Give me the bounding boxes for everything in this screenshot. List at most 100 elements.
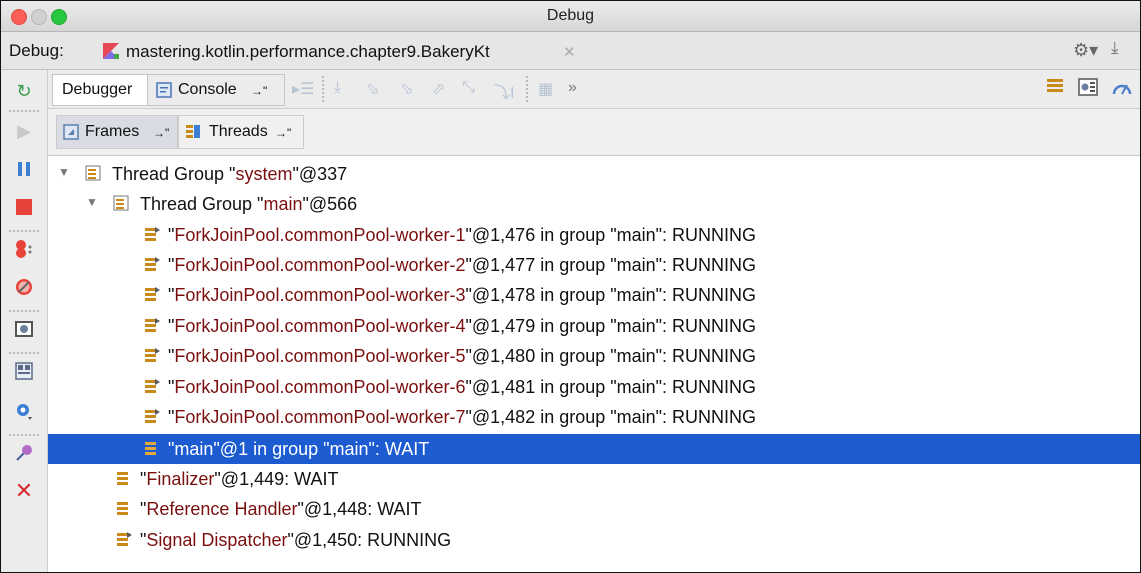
tree-row-text: "ForkJoinPool.commonPool-worker-7"@1,482… xyxy=(168,407,757,427)
thread-icon xyxy=(117,532,132,546)
debug-window: Debug Debug: mastering.kotlin.performanc… xyxy=(0,0,1141,573)
tab-frames[interactable]: Frames →" xyxy=(56,115,178,149)
rerun-icon[interactable]: ↻ xyxy=(13,80,35,102)
console-pin-icon[interactable]: →" xyxy=(251,84,267,98)
thread-icon xyxy=(145,409,160,423)
tree-row-text: "main"@1 in group "main": WAIT xyxy=(168,439,430,459)
thread-row[interactable]: "ForkJoinPool.commonPool-worker-7"@1,482… xyxy=(48,402,1140,432)
window-title: Debug xyxy=(546,7,595,24)
step-over-icon[interactable]: ⤓ xyxy=(334,79,341,97)
frames-icon xyxy=(63,124,79,140)
close-icon[interactable]: ✕ xyxy=(13,478,35,503)
console-icon xyxy=(156,82,172,98)
close-session-icon[interactable]: ✕ xyxy=(563,43,576,61)
thread-group-icon xyxy=(85,165,101,181)
thread-icon xyxy=(145,227,160,241)
tab-threads[interactable]: Threads →" xyxy=(178,115,304,149)
tree-row-text: "Signal Dispatcher"@1,450: RUNNING xyxy=(140,530,452,550)
thread-row[interactable]: "Reference Handler"@1,448: WAIT xyxy=(48,494,1140,524)
tree-row-text: "Finalizer"@1,449: WAIT xyxy=(140,469,339,489)
separator xyxy=(9,110,39,112)
thread-row[interactable]: "ForkJoinPool.commonPool-worker-6"@1,481… xyxy=(48,372,1140,402)
frames-pin-icon[interactable]: →" xyxy=(153,126,169,140)
thread-row[interactable]: "ForkJoinPool.commonPool-worker-4"@1,479… xyxy=(48,311,1140,341)
tree-row-text: "ForkJoinPool.commonPool-worker-2"@1,477… xyxy=(168,255,757,275)
frames-threads-bar: Frames →" Threads →" xyxy=(48,109,1140,156)
tree-row-text: "ForkJoinPool.commonPool-worker-3"@1,478… xyxy=(168,285,757,305)
thread-icon xyxy=(145,348,160,362)
thread-icon xyxy=(117,502,128,515)
gear-icon[interactable]: ⚙▾ xyxy=(1073,40,1098,61)
threads-icon xyxy=(186,125,200,138)
session-tab-bar: Debug: mastering.kotlin.performance.chap… xyxy=(1,32,1140,70)
show-execution-point-icon[interactable]: ▸☰ xyxy=(292,79,314,99)
tree-row-text: "ForkJoinPool.commonPool-worker-5"@1,480… xyxy=(168,346,757,366)
hide-panel-icon[interactable]: ⤓ xyxy=(1111,38,1119,58)
collapse-arrow-icon[interactable]: ▼ xyxy=(58,165,70,179)
tree-row-text: "Reference Handler"@1,448: WAIT xyxy=(140,499,422,519)
thread-row[interactable]: "ForkJoinPool.commonPool-worker-2"@1,477… xyxy=(48,250,1140,280)
tree-row-text: "ForkJoinPool.commonPool-worker-1"@1,476… xyxy=(168,225,757,245)
tree-row-text: "ForkJoinPool.commonPool-worker-6"@1,481… xyxy=(168,377,757,397)
thread-icon xyxy=(145,318,160,332)
tab-debugger-label: Debugger xyxy=(62,81,133,98)
separator xyxy=(9,230,39,232)
tab-threads-label: Threads xyxy=(209,123,268,140)
force-step-into-icon[interactable]: ⬂ xyxy=(400,79,413,99)
pause-icon[interactable] xyxy=(13,158,35,180)
collapse-arrow-icon[interactable]: ▼ xyxy=(86,195,98,209)
resume-icon[interactable]: ▶ xyxy=(13,120,35,142)
thread-group-icon xyxy=(113,195,129,211)
settings-icon[interactable] xyxy=(13,400,35,422)
run-to-cursor-icon[interactable]: ⤵I xyxy=(494,79,514,103)
debugger-toolbar: Debugger Console →" ▸☰ ⤓ ⬂ ⬂ ⬀ ⤡ ⤵I ▦ » xyxy=(48,70,1140,109)
thread-row[interactable]: "Signal Dispatcher"@1,450: RUNNING xyxy=(48,525,1140,555)
kotlin-file-icon xyxy=(103,43,119,59)
threads-pin-icon[interactable]: →" xyxy=(275,126,291,140)
tab-console[interactable]: Console →" xyxy=(147,74,285,106)
view-breakpoints-icon[interactable] xyxy=(13,238,35,260)
tab-debugger[interactable]: Debugger xyxy=(52,74,148,106)
thread-row[interactable]: "ForkJoinPool.commonPool-worker-5"@1,480… xyxy=(48,341,1140,371)
evaluate-expression-icon[interactable]: ▦ xyxy=(538,79,553,99)
pin-icon[interactable] xyxy=(13,442,35,464)
step-out-icon[interactable]: ⬀ xyxy=(432,79,445,99)
restore-layout-icon[interactable] xyxy=(13,360,35,382)
thread-icon xyxy=(145,442,156,455)
variables-layout-icon[interactable] xyxy=(1078,78,1098,101)
thread-row[interactable]: "ForkJoinPool.commonPool-worker-3"@1,478… xyxy=(48,280,1140,310)
thread-row[interactable]: "ForkJoinPool.commonPool-worker-1"@1,476… xyxy=(48,220,1140,250)
separator xyxy=(322,76,324,102)
thread-tree: ▼ Thread Group "system"@337 ▼ Thread Gro… xyxy=(48,156,1140,572)
tab-console-label: Console xyxy=(178,81,237,98)
separator xyxy=(526,76,528,102)
tab-frames-label: Frames xyxy=(85,123,140,140)
tree-row-group-system[interactable]: ▼ Thread Group "system"@337 xyxy=(48,159,1140,189)
title-bar: Debug xyxy=(1,1,1140,32)
session-tab[interactable]: mastering.kotlin.performance.chapter9.Ba… xyxy=(93,34,593,67)
separator xyxy=(9,434,39,436)
thread-icon xyxy=(117,472,128,485)
tree-row-text: Thread Group "system"@337 xyxy=(112,164,348,184)
more-actions-icon[interactable]: » xyxy=(568,79,577,97)
session-name: mastering.kotlin.performance.chapter9.Ba… xyxy=(126,42,490,61)
stop-icon[interactable] xyxy=(13,196,35,218)
thread-icon xyxy=(145,257,160,271)
left-toolbar: ↻ ▶ ✕ xyxy=(1,70,48,572)
memory-gauge-icon[interactable] xyxy=(1112,78,1132,101)
separator xyxy=(9,352,39,354)
mute-breakpoints-icon[interactable] xyxy=(13,276,35,298)
separator xyxy=(9,310,39,312)
drop-frame-icon[interactable]: ⤡ xyxy=(462,79,475,97)
thread-row-selected[interactable]: "main"@1 in group "main": WAIT xyxy=(48,434,1140,464)
tree-row-text: "ForkJoinPool.commonPool-worker-4"@1,479… xyxy=(168,316,757,336)
step-into-icon[interactable]: ⬂ xyxy=(366,79,379,99)
frames-layout-icon[interactable] xyxy=(1046,78,1064,99)
debug-label: Debug: xyxy=(9,41,64,60)
tree-row-text: Thread Group "main"@566 xyxy=(140,194,358,214)
tree-row-group-main[interactable]: ▼ Thread Group "main"@566 xyxy=(48,189,1140,219)
thread-row[interactable]: "Finalizer"@1,449: WAIT xyxy=(48,464,1140,494)
thread-icon xyxy=(145,379,160,393)
thread-icon xyxy=(145,287,160,301)
get-thread-dump-icon[interactable] xyxy=(13,318,35,340)
